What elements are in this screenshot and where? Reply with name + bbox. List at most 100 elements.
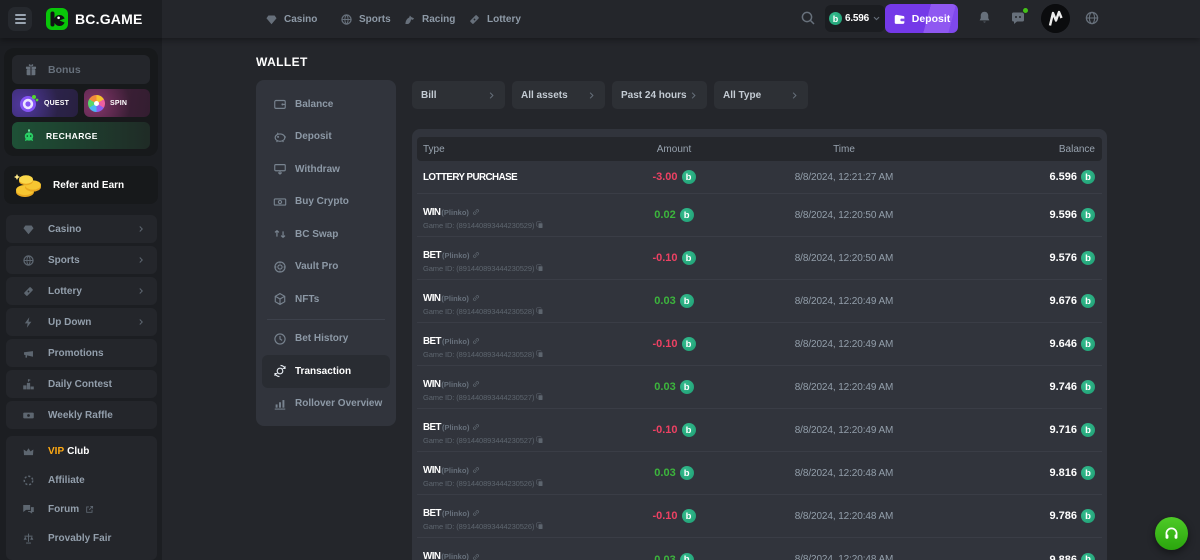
coin-icon	[682, 423, 696, 437]
copy-icon[interactable]	[536, 479, 544, 487]
coin-icon	[682, 170, 696, 184]
sidebar-affiliate-label: Affiliate	[48, 475, 85, 486]
tx-game: (Plinko)	[441, 552, 469, 560]
wallet-nav-balance[interactable]: Balance	[262, 88, 390, 121]
coin-icon	[1081, 337, 1095, 351]
sidebar-lottery-label: Lottery	[48, 286, 82, 297]
link-icon[interactable]	[472, 294, 480, 302]
tx-game: (Plinko)	[441, 380, 469, 389]
spin-label: SPIN	[110, 100, 127, 107]
wallet-nav-rollover-overview[interactable]: Rollover Overview	[262, 388, 390, 421]
balance-selector[interactable]: 6.596	[825, 5, 885, 32]
copy-icon[interactable]	[536, 522, 544, 530]
vault-icon	[273, 260, 287, 274]
link-icon[interactable]	[472, 380, 480, 388]
transaction-icon	[273, 364, 287, 378]
gold-coins-icon	[13, 170, 45, 200]
tx-game: (Plinko)	[442, 509, 470, 518]
sports-icon	[340, 13, 353, 26]
vip-label: VIP	[48, 446, 64, 457]
filter-type[interactable]: All Type	[714, 81, 808, 109]
sidebar-item-bonus[interactable]: Bonus	[12, 55, 150, 84]
nav-lottery[interactable]: Lottery	[468, 0, 521, 38]
coin-icon	[1081, 553, 1095, 560]
piggy-bank-icon	[273, 130, 287, 144]
sidebar-item-casino[interactable]: Casino	[6, 215, 157, 243]
sidebar-item-vip-club[interactable]: VIPClub	[6, 437, 157, 466]
nav-sports[interactable]: Sports	[340, 0, 391, 38]
recharge-icon	[21, 128, 37, 144]
col-type: Type	[417, 144, 594, 155]
copy-icon[interactable]	[536, 393, 544, 401]
link-icon[interactable]	[472, 337, 480, 345]
tx-time: 8/8/2024, 12:20:48 AM	[754, 468, 934, 479]
coin-icon	[680, 553, 694, 560]
tx-balance: 9.676	[934, 294, 1102, 308]
deposit-button[interactable]: Deposit	[885, 4, 958, 33]
sidebar-updown-label: Up Down	[48, 317, 91, 328]
sidebar-item-recharge[interactable]: RECHARGE	[12, 122, 150, 149]
tx-game-id: Game ID: (891440893444230527)	[423, 393, 534, 402]
sidebar-item-weekly-raffle[interactable]: Weekly Raffle	[6, 401, 157, 429]
sidebar-item-promotions[interactable]: Promotions	[6, 339, 157, 367]
wallet-nav-vault-pro[interactable]: Vault Pro	[262, 251, 390, 284]
sidebar-item-daily-contest[interactable]: Daily Contest	[6, 370, 157, 398]
col-amount: Amount	[594, 144, 754, 155]
link-icon[interactable]	[472, 251, 480, 259]
link-icon[interactable]	[472, 509, 480, 517]
sidebar-item-forum[interactable]: Forum	[6, 495, 157, 524]
copy-icon[interactable]	[536, 350, 544, 358]
external-link-icon	[85, 505, 94, 514]
sidebar-item-refer-and-earn[interactable]: Refer and Earn	[4, 166, 158, 204]
tx-amount: -0.10	[594, 423, 754, 437]
search-icon[interactable]	[800, 10, 816, 26]
tx-game-id: Game ID: (891440893444230529)	[423, 264, 534, 273]
nav-casino[interactable]: Casino	[265, 0, 317, 38]
sidebar-item-up-down[interactable]: Up Down	[6, 308, 157, 336]
link-icon[interactable]	[472, 553, 480, 560]
bcgame-logo[interactable]: BC.GAME	[46, 8, 143, 30]
wallet-nav-bc-swap-label: BC Swap	[295, 229, 338, 240]
notifications-bell-icon[interactable]	[977, 10, 992, 25]
wallet-nav-deposit[interactable]: Deposit	[262, 121, 390, 154]
language-globe-icon[interactable]	[1084, 10, 1100, 26]
wallet-nav-transaction[interactable]: Transaction	[262, 355, 390, 388]
wallet-nav-withdraw[interactable]: Withdraw	[262, 153, 390, 186]
nav-racing[interactable]: Racing	[403, 0, 455, 38]
avatar[interactable]	[1041, 4, 1070, 33]
tx-amount: 0.02	[594, 208, 754, 222]
main-content: WALLET Balance Deposit Withdraw Buy Cryp…	[162, 38, 1200, 560]
sidebar-item-quest[interactable]: QUEST	[12, 89, 78, 117]
wallet-nav-bc-swap[interactable]: BC Swap	[262, 218, 390, 251]
sidebar-item-provably-fair[interactable]: Provably Fair	[6, 524, 157, 553]
menu-toggle-button[interactable]	[8, 7, 32, 31]
tx-game: (Plinko)	[441, 466, 469, 475]
support-button[interactable]	[1155, 517, 1188, 550]
wallet-nav-nfts[interactable]: NFTs	[262, 283, 390, 316]
sidebar-forum-label: Forum	[48, 504, 79, 515]
quest-target-icon	[15, 90, 41, 116]
filter-time-range[interactable]: Past 24 hours	[612, 81, 707, 109]
sidebar-item-sports[interactable]: Sports	[6, 246, 157, 274]
tx-amount: -0.10	[594, 509, 754, 523]
copy-icon[interactable]	[536, 264, 544, 272]
copy-icon[interactable]	[536, 436, 544, 444]
copy-icon[interactable]	[536, 221, 544, 229]
wallet-nav-balance-label: Balance	[295, 99, 333, 110]
sidebar-item-lottery[interactable]: Lottery	[6, 277, 157, 305]
sidebar-item-affiliate[interactable]: Affiliate	[6, 466, 157, 495]
filter-bill[interactable]: Bill	[412, 81, 505, 109]
wallet-nav-transaction-label: Transaction	[295, 366, 351, 377]
link-icon[interactable]	[472, 423, 480, 431]
link-icon[interactable]	[472, 466, 480, 474]
wallet-nav-buy-crypto[interactable]: Buy Crypto	[262, 186, 390, 219]
wallet-nav-bet-history[interactable]: Bet History	[262, 323, 390, 356]
sidebar-footer-group: VIPClub Affiliate Forum Provably Fair	[6, 436, 157, 560]
tx-balance: 9.646	[934, 337, 1102, 351]
sidebar-item-spin[interactable]: SPIN	[84, 89, 150, 117]
filter-assets[interactable]: All assets	[512, 81, 605, 109]
copy-icon[interactable]	[536, 307, 544, 315]
tx-time: 8/8/2024, 12:20:50 AM	[754, 253, 934, 264]
chat-icon[interactable]	[1010, 10, 1026, 26]
link-icon[interactable]	[472, 208, 480, 216]
